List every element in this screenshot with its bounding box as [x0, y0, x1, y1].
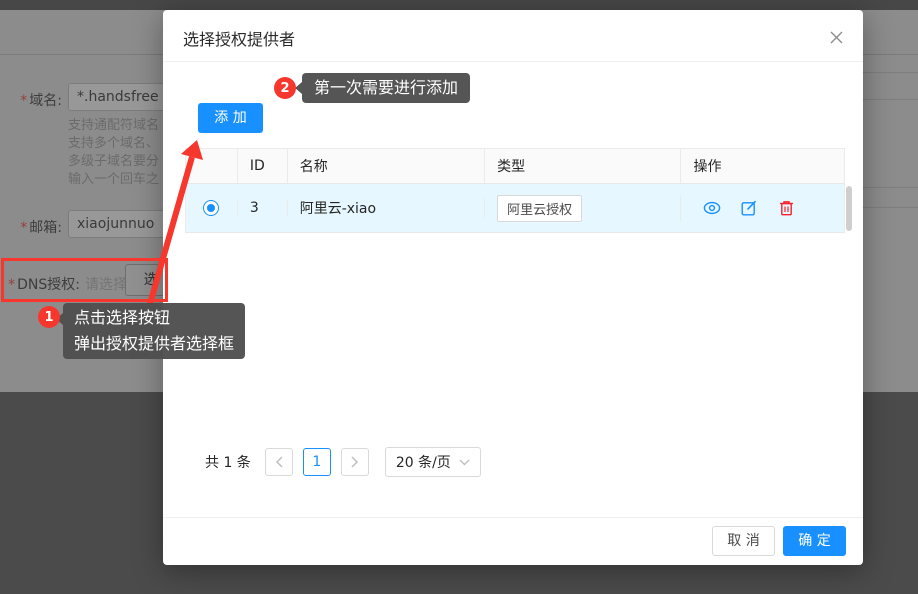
- step-2-tooltip: 第一次需要进行添加: [302, 73, 470, 103]
- background-row-line: [860, 72, 918, 73]
- row-radio-cell: [186, 200, 238, 216]
- select-provider-modal: 选择授权提供者 添 加 ID 名称 类型 操作 3 阿里云-xiao: [163, 10, 863, 565]
- radio-dot: [207, 204, 215, 212]
- step-2-badge: 2: [274, 77, 296, 99]
- background-top-bar: [0, 0, 918, 10]
- row-type-cell: 阿里云授权: [485, 195, 681, 222]
- tooltip-pointer: [295, 82, 302, 94]
- background-row-line: [860, 187, 918, 188]
- table-header-row: ID 名称 类型 操作: [186, 149, 844, 184]
- background-row-line: [860, 207, 918, 208]
- email-label: *邮箱:: [0, 217, 62, 237]
- chevron-right-icon[interactable]: [341, 448, 369, 476]
- add-button[interactable]: 添 加: [198, 103, 263, 133]
- domain-help-text: 支持通配符域名 支持多个域名、 多级子域名要分 输入一个回车之: [68, 117, 159, 189]
- chevron-left-icon[interactable]: [265, 448, 293, 476]
- required-asterisk: *: [20, 93, 27, 109]
- chevron-down-icon: [459, 459, 470, 466]
- pagination: 共 1 条 1 20 条/页: [205, 447, 481, 477]
- name-column-header: 名称: [288, 149, 485, 183]
- id-column-header: ID: [238, 149, 288, 183]
- view-eye-icon[interactable]: [703, 199, 721, 217]
- dns-auth-placeholder: 请选择: [85, 274, 127, 294]
- confirm-button[interactable]: 确 定: [783, 526, 846, 556]
- close-icon[interactable]: [826, 27, 846, 47]
- pagination-total: 共 1 条: [205, 452, 251, 472]
- cancel-button[interactable]: 取 消: [712, 526, 775, 556]
- radio-column-header: [186, 149, 238, 183]
- dns-auth-label: *DNS授权:: [0, 274, 80, 294]
- actions-column-header: 操作: [681, 149, 844, 183]
- table-row[interactable]: 3 阿里云-xiao 阿里云授权: [186, 184, 844, 233]
- pagination-page-1[interactable]: 1: [303, 448, 331, 476]
- step-1-tooltip: 点击选择按钮 弹出授权提供者选择框: [63, 303, 245, 359]
- domain-label: *域名:: [0, 90, 62, 110]
- modal-footer: 取 消 确 定: [163, 517, 863, 565]
- row-actions-cell: [681, 199, 844, 217]
- delete-trash-icon[interactable]: [777, 199, 795, 217]
- page-size-value: 20 条/页: [396, 452, 451, 472]
- row-name-cell: 阿里云-xiao: [288, 198, 485, 218]
- required-asterisk: *: [8, 277, 15, 293]
- modal-header: 选择授权提供者: [163, 10, 863, 62]
- required-asterisk: *: [20, 220, 27, 236]
- screen: *域名: *.handsfree 支持通配符域名 支持多个域名、 多级子域名要分…: [0, 0, 918, 594]
- type-column-header: 类型: [485, 149, 681, 183]
- provider-table: ID 名称 类型 操作 3 阿里云-xiao 阿里云授权: [185, 148, 845, 233]
- type-tag: 阿里云授权: [497, 195, 582, 222]
- modal-title: 选择授权提供者: [183, 26, 295, 50]
- page-size-select[interactable]: 20 条/页: [385, 447, 481, 477]
- row-id-cell: 3: [238, 200, 288, 216]
- row-radio-selected[interactable]: [203, 200, 219, 216]
- step-1-badge: 1: [38, 306, 60, 328]
- background-row-line: [860, 99, 918, 100]
- edit-icon[interactable]: [740, 199, 758, 217]
- table-scrollbar[interactable]: [846, 186, 852, 231]
